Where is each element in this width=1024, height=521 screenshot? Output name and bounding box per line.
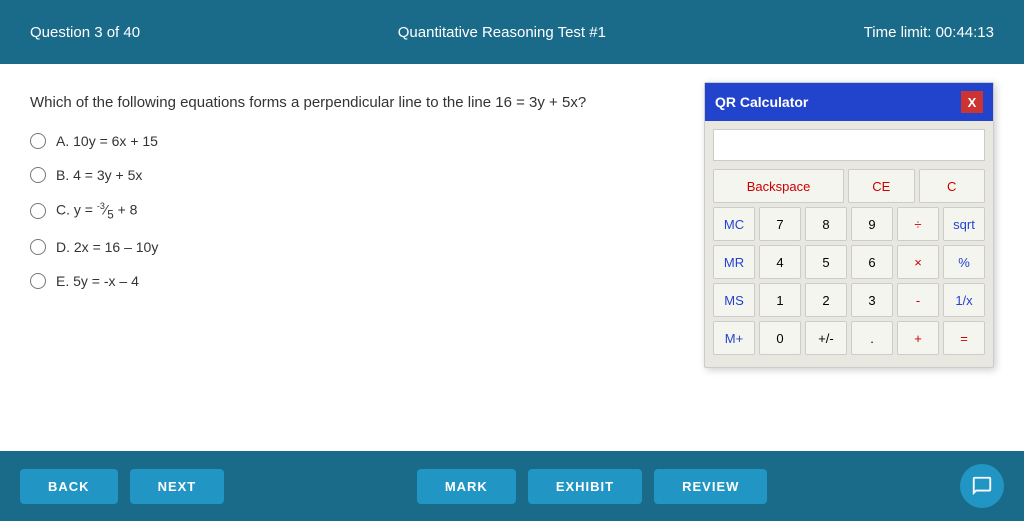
calculator: QR Calculator X Backspace CE C MC 7 8 9 …	[704, 82, 994, 368]
mark-button[interactable]: MARK	[417, 469, 516, 504]
footer-right	[960, 464, 1004, 508]
btn-4[interactable]: 4	[759, 245, 801, 279]
calc-row-3: MR 4 5 6 × %	[713, 245, 985, 279]
option-a-label: A. 10y = 6x + 15	[56, 133, 158, 149]
calc-row-1: Backspace CE C	[713, 169, 985, 203]
option-b-label: B. 4 = 3y + 5x	[56, 167, 142, 183]
btn-6[interactable]: 6	[851, 245, 893, 279]
c-button[interactable]: C	[919, 169, 986, 203]
header: Question 3 of 40 Quantitative Reasoning …	[0, 0, 1024, 64]
calc-row-5: M+ 0 +/- . + =	[713, 321, 985, 355]
divide-button[interactable]: ÷	[897, 207, 939, 241]
time-limit: Time limit: 00:44:13	[864, 24, 994, 41]
footer-left-buttons: BACK NEXT	[20, 469, 224, 504]
calculator-title: QR Calculator	[715, 94, 808, 110]
sqrt-button[interactable]: sqrt	[943, 207, 985, 241]
main-content: Which of the following equations forms a…	[0, 64, 1024, 451]
mplus-button[interactable]: M+	[713, 321, 755, 355]
chat-icon	[971, 475, 993, 497]
calc-row-2: MC 7 8 9 ÷ sqrt	[713, 207, 985, 241]
ms-button[interactable]: MS	[713, 283, 755, 317]
question-counter: Question 3 of 40	[30, 24, 140, 41]
mr-button[interactable]: MR	[713, 245, 755, 279]
option-e-label: E. 5y = -x – 4	[56, 273, 139, 289]
radio-b[interactable]	[30, 167, 46, 183]
btn-7[interactable]: 7	[759, 207, 801, 241]
backspace-button[interactable]: Backspace	[713, 169, 844, 203]
percent-button[interactable]: %	[943, 245, 985, 279]
btn-2[interactable]: 2	[805, 283, 847, 317]
btn-0[interactable]: 0	[759, 321, 801, 355]
review-button[interactable]: REVIEW	[654, 469, 767, 504]
option-c-label: C. y = -3⁄5 + 8	[56, 201, 137, 221]
subtract-button[interactable]: -	[897, 283, 939, 317]
radio-a[interactable]	[30, 133, 46, 149]
radio-e[interactable]	[30, 273, 46, 289]
btn-5[interactable]: 5	[805, 245, 847, 279]
calculator-display	[713, 129, 985, 161]
exhibit-button[interactable]: EXHIBIT	[528, 469, 642, 504]
mc-button[interactable]: MC	[713, 207, 755, 241]
btn-3[interactable]: 3	[851, 283, 893, 317]
equals-button[interactable]: =	[943, 321, 985, 355]
add-button[interactable]: +	[897, 321, 939, 355]
radio-d[interactable]	[30, 239, 46, 255]
radio-c[interactable]	[30, 203, 46, 219]
test-title: Quantitative Reasoning Test #1	[398, 24, 606, 41]
footer: BACK NEXT MARK EXHIBIT REVIEW	[0, 451, 1024, 521]
back-button[interactable]: BACK	[20, 469, 118, 504]
multiply-button[interactable]: ×	[897, 245, 939, 279]
calc-row-4: MS 1 2 3 - 1/x	[713, 283, 985, 317]
footer-center-buttons: MARK EXHIBIT REVIEW	[417, 469, 768, 504]
chat-button[interactable]	[960, 464, 1004, 508]
calculator-buttons: Backspace CE C MC 7 8 9 ÷ sqrt MR 4 5 6 …	[705, 165, 993, 367]
plusminus-button[interactable]: +/-	[805, 321, 847, 355]
option-d-label: D. 2x = 16 – 10y	[56, 239, 158, 255]
reciprocal-button[interactable]: 1/x	[943, 283, 985, 317]
next-button[interactable]: NEXT	[130, 469, 225, 504]
btn-1[interactable]: 1	[759, 283, 801, 317]
calculator-close-button[interactable]: X	[961, 91, 983, 113]
decimal-button[interactable]: .	[851, 321, 893, 355]
ce-button[interactable]: CE	[848, 169, 915, 203]
btn-9[interactable]: 9	[851, 207, 893, 241]
calculator-header: QR Calculator X	[705, 83, 993, 121]
btn-8[interactable]: 8	[805, 207, 847, 241]
